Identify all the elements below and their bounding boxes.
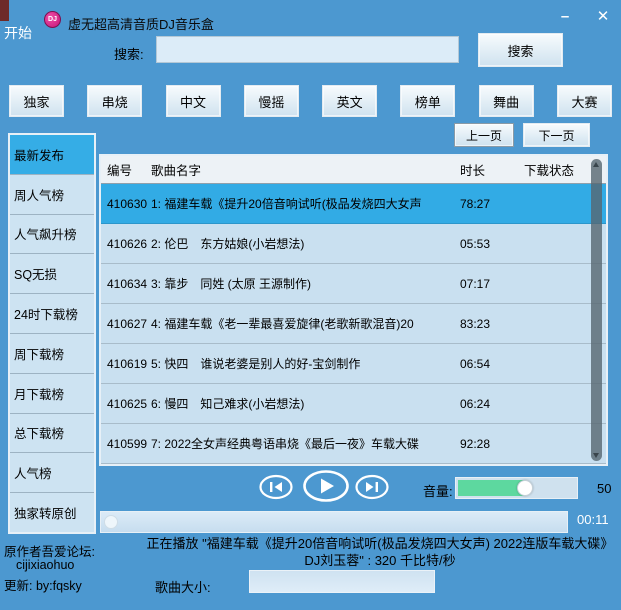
table-row[interactable]: 410627 4: 福建车载《老一辈最喜爱旋律(老歌新歌混音)20 83:23 <box>101 304 606 344</box>
search-input[interactable] <box>156 36 459 63</box>
category-button-slow[interactable]: 慢摇 <box>244 85 299 117</box>
table-scrollbar[interactable] <box>591 159 602 461</box>
volume-fill <box>458 480 526 496</box>
category-button-chinese[interactable]: 中文 <box>166 85 221 117</box>
sidebar-item-24h-downloads[interactable]: 24时下载榜 <box>10 294 94 334</box>
header-name: 歌曲名字 <box>151 160 460 179</box>
category-button-chart[interactable]: 榜单 <box>400 85 455 117</box>
sidebar: 最新发布 周人气榜 人气飙升榜 SQ无损 24时下载榜 周下载榜 月下载榜 总下… <box>8 133 96 534</box>
app-window: 开始 DJ 虚无超高清音质DJ音乐盒 – ✕ 搜索: 搜索 独家 串烧 中文 慢… <box>0 0 621 610</box>
now-playing-status: 正在播放 "福建车载《提升20倍音响试听(极品发烧四大女声) 2022连版车载大… <box>140 535 620 569</box>
sidebar-item-week-popularity[interactable]: 周人气榜 <box>10 175 94 215</box>
category-button-english[interactable]: 英文 <box>322 85 377 117</box>
credit-author-name: cijixiaohuo <box>16 558 74 572</box>
category-button-dance[interactable]: 舞曲 <box>479 85 534 117</box>
category-button-contest[interactable]: 大赛 <box>557 85 612 117</box>
sidebar-item-week-downloads[interactable]: 周下载榜 <box>10 334 94 374</box>
app-logo-icon: DJ <box>44 11 61 28</box>
next-icon <box>354 474 390 500</box>
scroll-down-icon <box>593 453 599 458</box>
table-row[interactable]: 410599 7: 2022全女声经典粤语串烧《最后一夜》车载大碟 92:28 <box>101 424 606 464</box>
table-header-row: 编号 歌曲名字 时长 下载状态 <box>101 156 606 184</box>
song-table: 编号 歌曲名字 时长 下载状态 410630 1: 福建车载《提升20倍音响试听… <box>99 154 608 466</box>
elapsed-time: 00:11 <box>577 512 609 527</box>
previous-track-button[interactable] <box>258 474 294 505</box>
table-row[interactable]: 410634 3: 靠步 同姓 (太原 王源制作) 07:17 <box>101 264 606 304</box>
table-row[interactable]: 410630 1: 福建车载《提升20倍音响试听(极品发烧四大女声 78:27 <box>101 184 606 224</box>
window-title: 虚无超高清音质DJ音乐盒 <box>68 14 214 33</box>
scroll-up-icon <box>593 162 599 167</box>
volume-slider[interactable] <box>455 477 578 499</box>
category-button-medley[interactable]: 串烧 <box>87 85 142 117</box>
song-size-field[interactable] <box>249 570 435 593</box>
volume-label: 音量: <box>423 481 453 500</box>
minimize-button[interactable]: – <box>552 6 578 28</box>
sidebar-item-popularity[interactable]: 人气榜 <box>10 453 94 493</box>
seek-thumb[interactable] <box>104 515 118 529</box>
sidebar-item-sq-lossless[interactable]: SQ无损 <box>10 254 94 294</box>
prev-page-button[interactable]: 上一页 <box>454 123 514 147</box>
category-bar: 独家 串烧 中文 慢摇 英文 榜单 舞曲 大赛 <box>9 85 612 117</box>
sidebar-item-total-downloads[interactable]: 总下载榜 <box>10 414 94 454</box>
seek-bar[interactable] <box>100 511 568 533</box>
credit-updater: 更新: by:fqsky <box>4 575 82 594</box>
start-menu-label[interactable]: 开始 <box>4 23 32 43</box>
sidebar-item-latest-release[interactable]: 最新发布 <box>10 135 94 175</box>
search-label: 搜索: <box>114 44 144 63</box>
search-button[interactable]: 搜索 <box>478 33 563 67</box>
next-track-button[interactable] <box>354 474 390 505</box>
close-button[interactable]: ✕ <box>590 6 616 28</box>
background-window-sliver <box>0 0 9 21</box>
play-button[interactable] <box>302 469 350 508</box>
volume-value: 50 <box>597 481 611 496</box>
sidebar-item-month-downloads[interactable]: 月下载榜 <box>10 374 94 414</box>
play-icon <box>302 469 350 503</box>
song-size-label: 歌曲大小: <box>155 577 211 596</box>
category-button-exclusive[interactable]: 独家 <box>9 85 64 117</box>
table-row[interactable]: 410619 5: 快四 谁说老婆是别人的好-宝剑制作 06:54 <box>101 344 606 384</box>
table-row[interactable]: 410625 6: 慢四 知己难求(小岩想法) 06:24 <box>101 384 606 424</box>
sidebar-item-exclusive-original[interactable]: 独家转原创 <box>10 493 94 532</box>
header-id: 编号 <box>101 160 151 179</box>
table-row[interactable]: 410626 2: 伦巴 东方姑娘(小岩想法) 05:53 <box>101 224 606 264</box>
previous-icon <box>258 474 294 500</box>
next-page-button[interactable]: 下一页 <box>523 123 590 147</box>
volume-thumb[interactable] <box>517 480 533 496</box>
header-duration: 时长 <box>460 160 524 179</box>
sidebar-item-popularity-surge[interactable]: 人气飙升榜 <box>10 215 94 255</box>
